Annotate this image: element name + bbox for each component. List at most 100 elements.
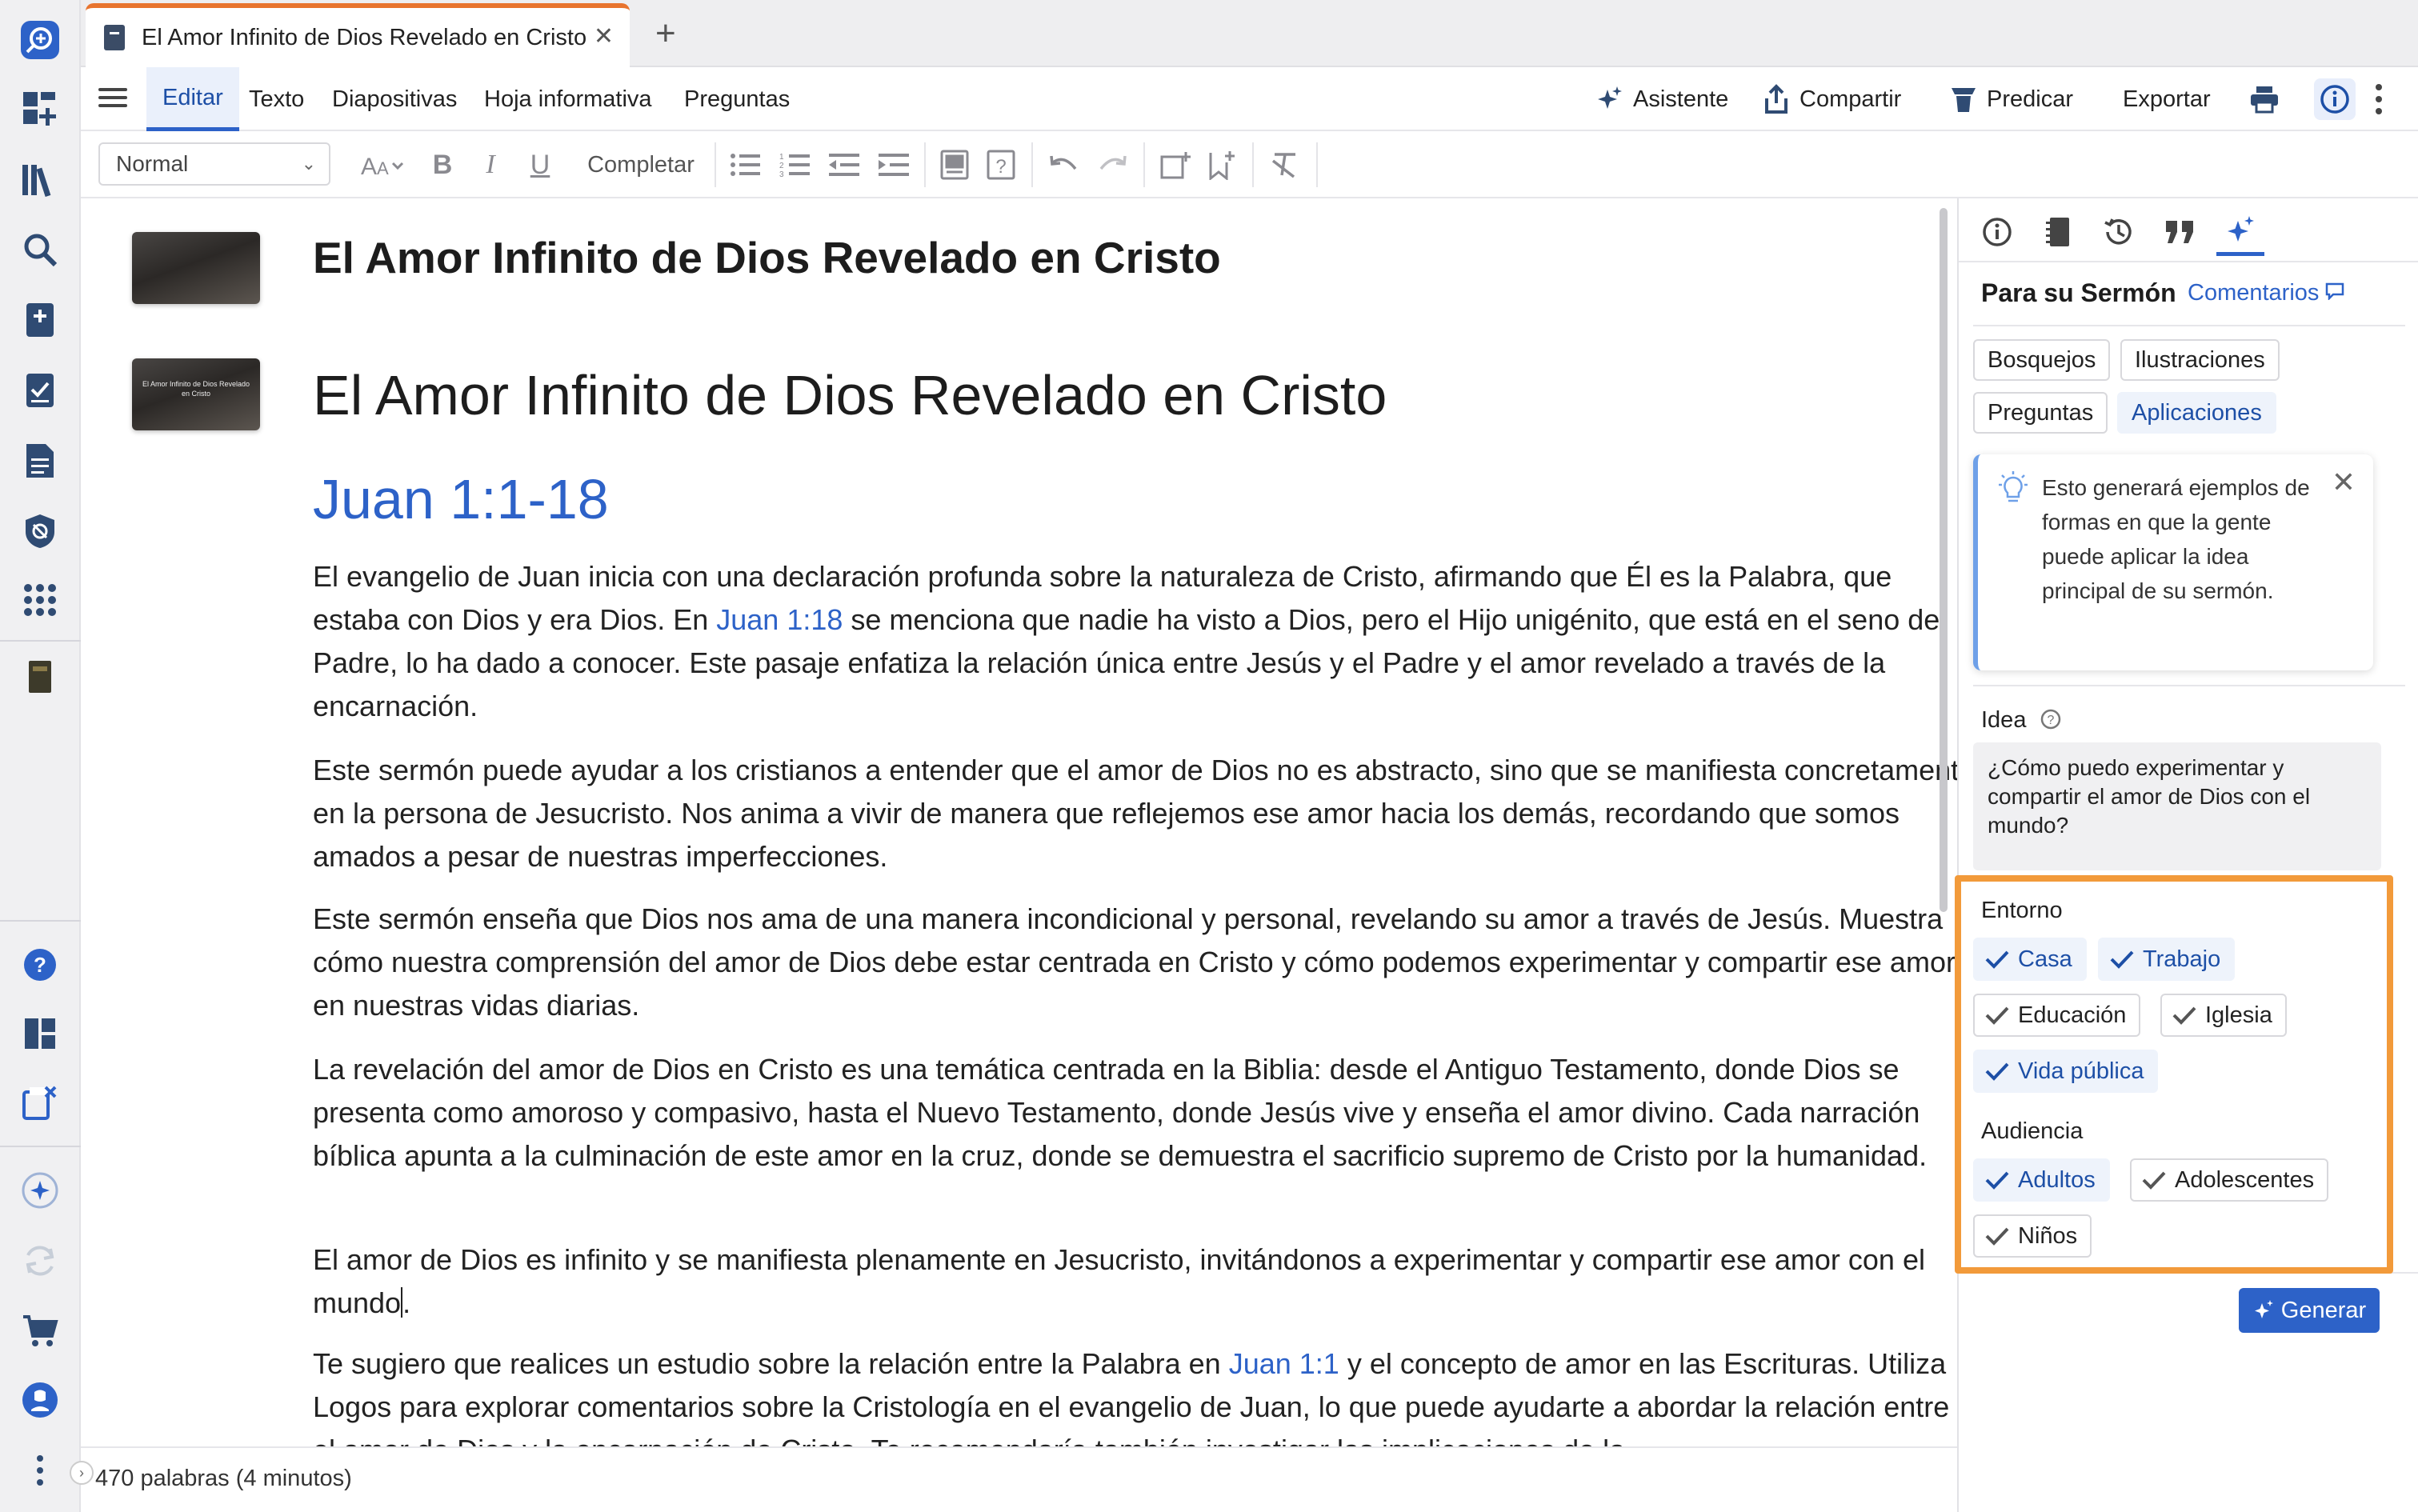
asistente-button[interactable]: Asistente: [1595, 67, 1728, 131]
tab-diapositivas[interactable]: Diapositivas: [332, 67, 457, 131]
redo-icon[interactable]: [1094, 146, 1132, 184]
hamburger-menu-icon[interactable]: [98, 83, 127, 115]
block-icon[interactable]: [935, 146, 974, 184]
document-tab-title: El Amor Infinito de Dios Revelado en Cri…: [142, 24, 587, 50]
panel-tab-quotes[interactable]: [2156, 208, 2204, 256]
paragraph-2[interactable]: Este sermón puede ayudar a los cristiano…: [313, 749, 1957, 878]
svg-text:A: A: [377, 158, 389, 178]
exportar-button[interactable]: Exportar: [2123, 67, 2211, 131]
paragraph-style-select[interactable]: Normal ⌄: [98, 142, 330, 186]
clear-formatting-icon[interactable]: [1265, 146, 1303, 184]
asistente-label: Asistente: [1633, 86, 1729, 112]
panel-tab-assistant[interactable]: [2216, 208, 2264, 256]
highlight-box: [1955, 875, 2393, 1274]
type-aplicaciones[interactable]: Aplicaciones: [2117, 392, 2276, 434]
paragraph-3[interactable]: Este sermón enseña que Dios nos ama de u…: [313, 898, 1957, 1027]
document-tab[interactable]: El Amor Infinito de Dios Revelado en Cri…: [86, 3, 630, 67]
idea-textarea[interactable]: ¿Cómo puedo experimentar y compartir el …: [1973, 742, 2381, 870]
tab-editar[interactable]: Editar: [146, 67, 239, 131]
help-circle-icon[interactable]: ?: [2040, 708, 2062, 730]
heading-thumbnail[interactable]: [132, 232, 260, 304]
library-icon[interactable]: [18, 157, 62, 202]
editor-scrollbar-thumb[interactable]: [1940, 208, 1948, 912]
compartir-button[interactable]: Compartir: [1763, 67, 1901, 131]
app-window: ? El Amor Infinito de Dios Revelado en C…: [0, 0, 2418, 1512]
undo-icon[interactable]: [1044, 146, 1083, 184]
generate-label: Generar: [2280, 1297, 2367, 1323]
italic-icon[interactable]: I: [473, 146, 508, 184]
search-icon[interactable]: [18, 227, 62, 272]
sparkle-icon: [1598, 86, 1622, 109]
toolbar-divider: [924, 142, 926, 187]
idea-label-text: Idea: [1981, 707, 2027, 733]
paragraph-6[interactable]: Te sugiero que realices un estudio sobre…: [313, 1342, 1957, 1446]
scripture-reference-heading[interactable]: Juan 1:1-18: [313, 467, 609, 531]
panel-tab-info[interactable]: [1973, 208, 2021, 256]
document-heading[interactable]: El Amor Infinito de Dios Revelado en Cri…: [313, 232, 1221, 283]
insert-frame-icon[interactable]: [1156, 146, 1195, 184]
dashboard-add-icon[interactable]: [18, 86, 62, 131]
print-icon[interactable]: [2249, 67, 2289, 131]
slide-title[interactable]: El Amor Infinito de Dios Revelado en Cri…: [313, 363, 1387, 427]
pulpit-icon: [1952, 88, 1976, 112]
svg-text:1: 1: [779, 153, 784, 162]
share-icon: [1765, 84, 1787, 114]
numbered-list-icon[interactable]: 123: [775, 146, 814, 184]
bullet-list-icon[interactable]: [726, 146, 764, 184]
close-tab-icon[interactable]: ✕: [594, 22, 614, 50]
bold-icon[interactable]: B: [425, 146, 460, 184]
indent-icon[interactable]: [875, 146, 913, 184]
font-size-icon[interactable]: AA: [359, 146, 412, 184]
chevron-down-icon: ⌄: [301, 154, 316, 174]
document-icon[interactable]: [18, 438, 62, 483]
paragraph-4[interactable]: La revelación del amor de Dios en Cristo…: [313, 1048, 1957, 1178]
comments-link[interactable]: Comentarios: [2188, 280, 2344, 306]
search-plus-icon[interactable]: [18, 18, 62, 62]
book-cover-icon[interactable]: [18, 654, 62, 699]
info-icon: [1983, 218, 2012, 246]
close-panels-icon[interactable]: [18, 1080, 62, 1125]
add-tab-button[interactable]: +: [655, 11, 676, 56]
more-options-icon[interactable]: [2374, 67, 2393, 131]
underline-icon[interactable]: U: [522, 146, 558, 184]
document-editor[interactable]: El Amor Infinito de Dios Revelado en Cri…: [81, 198, 1957, 1446]
generate-button[interactable]: Generar: [2239, 1288, 2380, 1333]
panel-tab-notebook[interactable]: [2034, 208, 2082, 256]
left-rail: ?: [0, 0, 81, 1512]
tab-hoja-informativa[interactable]: Hoja informativa: [484, 67, 652, 131]
assistant-icon[interactable]: [18, 1168, 62, 1213]
tab-texto[interactable]: Texto: [249, 67, 304, 131]
bookmark-add-icon[interactable]: [1203, 146, 1241, 184]
checklist-icon[interactable]: [18, 368, 62, 413]
more-vertical-icon[interactable]: [18, 1448, 62, 1493]
paragraph-5[interactable]: El amor de Dios es infinito y se manifie…: [313, 1238, 1957, 1325]
predicar-button[interactable]: Predicar: [1950, 67, 2073, 131]
close-tip-icon[interactable]: ✕: [2332, 466, 2356, 499]
paragraph-1[interactable]: El evangelio de Juan inicia con una decl…: [313, 555, 1957, 728]
help-icon[interactable]: ?: [18, 942, 62, 987]
panel-tab-history[interactable]: [2095, 208, 2143, 256]
question-block-icon[interactable]: ?: [982, 146, 1020, 184]
scripture-link-juan-1-1[interactable]: Juan 1:1: [1229, 1347, 1339, 1380]
layout-icon[interactable]: [18, 1011, 62, 1056]
toolbar-divider: [1143, 142, 1145, 187]
type-bosquejos[interactable]: Bosquejos: [1973, 339, 2111, 381]
compartir-label: Compartir: [1799, 86, 1902, 112]
chevron-right-icon[interactable]: ›: [70, 1461, 94, 1485]
completar-button[interactable]: Completar: [577, 146, 705, 184]
slide-thumbnail[interactable]: El Amor Infinito de Dios Revelado en Cri…: [132, 358, 260, 430]
shield-icon[interactable]: [18, 509, 62, 554]
outdent-icon[interactable]: [825, 146, 863, 184]
cart-icon[interactable]: [18, 1309, 62, 1354]
apps-grid-icon[interactable]: [18, 578, 62, 622]
scripture-link-juan-1-18[interactable]: Juan 1:18: [716, 603, 843, 636]
bible-add-icon[interactable]: [18, 298, 62, 342]
lightbulb-icon: [1999, 471, 2028, 502]
tab-preguntas[interactable]: Preguntas: [684, 67, 790, 131]
panel-divider: [1973, 685, 2405, 686]
type-ilustraciones[interactable]: Ilustraciones: [2120, 339, 2280, 381]
info-panel-toggle[interactable]: [2313, 67, 2366, 131]
type-preguntas[interactable]: Preguntas: [1973, 392, 2108, 434]
user-avatar-icon[interactable]: [18, 1378, 62, 1422]
sync-icon[interactable]: [18, 1238, 62, 1283]
